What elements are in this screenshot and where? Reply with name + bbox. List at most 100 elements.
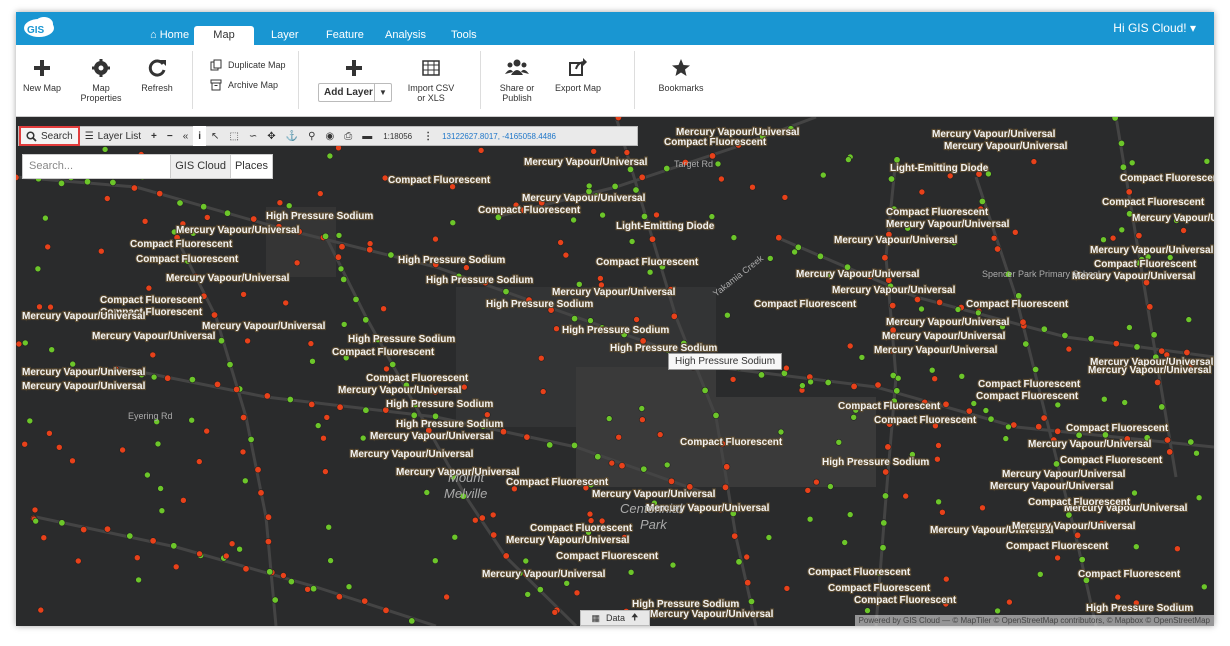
streetlight-point[interactable] (1005, 423, 1012, 431)
streetlight-point[interactable] (265, 513, 273, 521)
streetlight-point[interactable] (935, 498, 942, 506)
streetlight-point[interactable] (743, 553, 751, 561)
streetlight-point[interactable] (1118, 226, 1126, 234)
streetlight-point[interactable] (846, 511, 854, 518)
streetlight-point[interactable] (1054, 401, 1062, 409)
streetlight-point[interactable] (551, 608, 559, 616)
streetlight-point[interactable] (334, 253, 342, 261)
streetlight-point[interactable] (841, 539, 849, 546)
streetlight-point[interactable] (55, 443, 63, 451)
streetlight-point[interactable] (239, 448, 247, 456)
streetlight-point[interactable] (188, 416, 195, 424)
streetlight-point[interactable] (203, 427, 210, 435)
streetlight-point[interactable] (1185, 316, 1193, 323)
zoom-out-button[interactable]: − (162, 126, 178, 146)
streetlight-point[interactable] (322, 232, 330, 240)
streetlight-point[interactable] (627, 568, 635, 576)
streetlight-point[interactable] (34, 265, 42, 273)
streetlight-point[interactable] (1119, 163, 1127, 171)
streetlight-point[interactable] (1180, 227, 1187, 234)
streetlight-point[interactable] (850, 382, 858, 390)
streetlight-point[interactable] (44, 243, 52, 251)
streetlight-point[interactable] (362, 406, 370, 414)
streetlight-point[interactable] (135, 576, 142, 584)
streetlight-point[interactable] (718, 175, 725, 183)
streetlight-point[interactable] (57, 179, 65, 187)
streetlight-point[interactable] (31, 506, 39, 514)
streetlight-point[interactable] (1133, 343, 1141, 351)
streetlight-point[interactable] (539, 388, 547, 395)
map-layer[interactable]: Mercury Vapour/UniversalCompact Fluoresc… (16, 117, 1214, 626)
streetlight-point[interactable] (1193, 449, 1200, 457)
streetlight-point[interactable] (42, 214, 49, 222)
streetlight-point[interactable] (380, 305, 387, 312)
streetlight-point[interactable] (978, 197, 986, 205)
streetlight-point[interactable] (242, 565, 250, 573)
streetlight-point[interactable] (1019, 318, 1027, 326)
streetlight-point[interactable] (40, 534, 48, 542)
streetlight-point[interactable] (1074, 531, 1082, 539)
streetlight-point[interactable] (1126, 324, 1133, 331)
streetlight-point[interactable] (1125, 188, 1133, 196)
streetlight-point[interactable] (1154, 378, 1162, 386)
streetlight-point[interactable] (104, 195, 111, 202)
streetlight-point[interactable] (366, 246, 374, 254)
streetlight-point[interactable] (325, 523, 333, 531)
streetlight-point[interactable] (979, 504, 986, 512)
streetlight-point[interactable] (708, 213, 716, 220)
tab-feature[interactable]: Feature (316, 26, 374, 45)
streetlight-point[interactable] (864, 607, 871, 614)
streetlight-point[interactable] (599, 211, 606, 219)
tab-tools[interactable]: Tools (441, 26, 487, 45)
streetlight-point[interactable] (226, 361, 234, 369)
streetlight-point[interactable] (1040, 325, 1048, 333)
streetlight-point[interactable] (408, 617, 416, 625)
streetlight-point[interactable] (879, 544, 887, 552)
gis-cloud-logo[interactable]: GIS (22, 16, 56, 40)
streetlight-point[interactable] (1195, 494, 1203, 502)
streetlight-point[interactable] (345, 583, 353, 591)
import-csv-button[interactable]: Import CSV or XLS (404, 45, 458, 103)
streetlight-point[interactable] (618, 462, 626, 470)
streetlight-point[interactable] (98, 247, 105, 255)
streetlight-point[interactable] (304, 585, 311, 593)
streetlight-point[interactable] (21, 440, 28, 448)
streetlight-point[interactable] (648, 235, 656, 243)
streetlight-point[interactable] (340, 321, 348, 328)
streetlight-point[interactable] (170, 542, 178, 550)
streetlight-point[interactable] (340, 275, 348, 283)
streetlight-point[interactable] (819, 171, 827, 179)
streetlight-point[interactable] (240, 413, 248, 421)
streetlight-point[interactable] (47, 303, 54, 311)
streetlight-point[interactable] (286, 395, 294, 403)
streetlight-point[interactable] (913, 296, 921, 304)
streetlight-point[interactable] (563, 579, 571, 587)
streetlight-point[interactable] (1146, 303, 1154, 311)
streetlight-point[interactable] (502, 552, 510, 560)
streetlight-point[interactable] (1187, 438, 1195, 446)
layer-list-button[interactable]: ☰ Layer List (80, 126, 146, 146)
collapse-toolbar-button[interactable]: « (178, 126, 194, 146)
select-tool-button[interactable]: ↖ (206, 126, 224, 146)
streetlight-point[interactable] (69, 457, 76, 465)
streetlight-point[interactable] (335, 232, 343, 239)
streetlight-point[interactable] (965, 407, 973, 415)
streetlight-point[interactable] (590, 148, 598, 155)
streetlight-point[interactable] (882, 468, 890, 476)
streetlight-point[interactable] (735, 558, 743, 566)
streetlight-point[interactable] (387, 251, 395, 259)
streetlight-point[interactable] (308, 400, 316, 408)
streetlight-point[interactable] (32, 517, 40, 525)
search-source-places[interactable]: Places (229, 155, 272, 178)
streetlight-point[interactable] (845, 156, 852, 163)
tab-analysis[interactable]: Analysis (375, 26, 436, 45)
streetlight-point[interactable] (1054, 427, 1062, 435)
streetlight-point[interactable] (366, 240, 374, 247)
tab-home[interactable]: ⌂ Home (140, 26, 199, 45)
streetlight-point[interactable] (730, 234, 738, 241)
streetlight-point[interactable] (669, 561, 677, 569)
streetlight-point[interactable] (611, 182, 619, 190)
streetlight-point[interactable] (310, 585, 318, 593)
streetlight-point[interactable] (1011, 229, 1019, 236)
streetlight-point[interactable] (893, 387, 901, 395)
